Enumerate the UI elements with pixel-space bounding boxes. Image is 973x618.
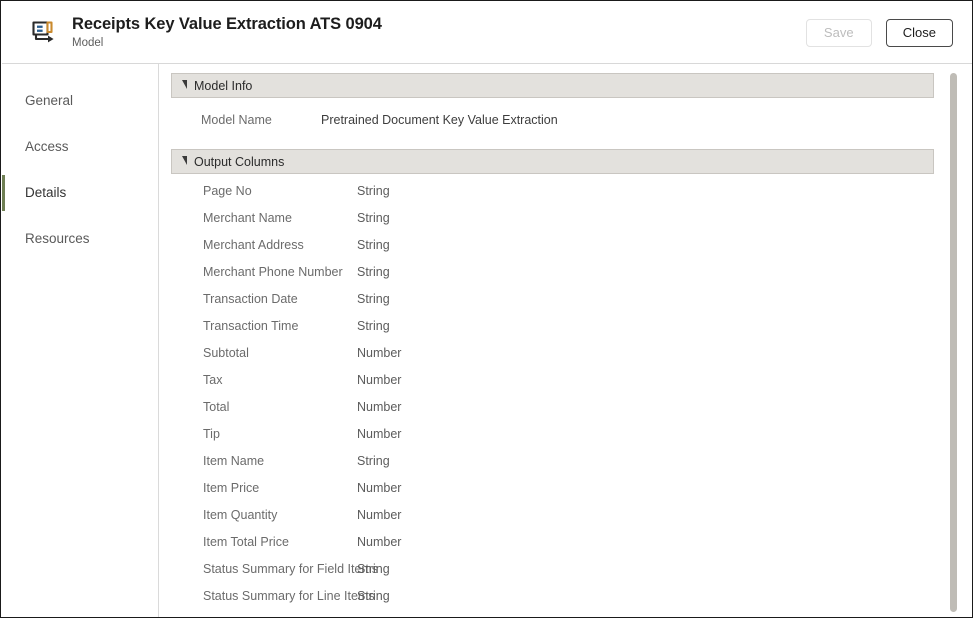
model-info-rows: Model Name Pretrained Document Key Value… [171, 98, 973, 139]
table-row: Merchant Name String [171, 204, 973, 231]
column-name: Item Quantity [171, 508, 357, 522]
column-type: Number [357, 373, 401, 387]
dialog-header: Receipts Key Value Extraction ATS 0904 M… [2, 2, 973, 64]
column-type: String [357, 292, 390, 306]
details-content-inner: Model Info Model Name Pretrained Documen… [159, 64, 973, 609]
column-name: Status Summary for Field Items [171, 562, 357, 576]
column-name: Item Price [171, 481, 357, 495]
dialog-title-block: Receipts Key Value Extraction ATS 0904 M… [72, 15, 806, 51]
column-name: Item Total Price [171, 535, 357, 549]
column-name: Item Name [171, 454, 357, 468]
table-row: Item Quantity Number [171, 501, 973, 528]
sidebar-item-label: Access [25, 139, 69, 155]
table-row: Transaction Date String [171, 285, 973, 312]
table-row: Total Number [171, 393, 973, 420]
section-title: Output Columns [194, 155, 284, 169]
table-row: Model Name Pretrained Document Key Value… [171, 101, 973, 139]
column-type: Number [357, 535, 401, 549]
model-details-dialog: Receipts Key Value Extraction ATS 0904 M… [0, 0, 973, 618]
column-type: Number [357, 508, 401, 522]
table-row: Page No String [171, 177, 973, 204]
column-type: String [357, 238, 390, 252]
section-header-model-info[interactable]: Model Info [171, 73, 934, 98]
column-type: Number [357, 400, 401, 414]
column-type: Number [357, 481, 401, 495]
sidebar-item-access[interactable]: Access [2, 124, 158, 170]
dialog-body: General Access Details Resources Model I… [2, 64, 973, 618]
table-row: Subtotal Number [171, 339, 973, 366]
table-row: Item Total Price Number [171, 528, 973, 555]
column-type: Number [357, 427, 401, 441]
column-name: Transaction Time [171, 319, 357, 333]
table-row: Status Summary for Line Items String [171, 582, 973, 609]
sidebar-item-label: General [25, 93, 73, 109]
column-name: Total [171, 400, 357, 414]
sidebar-item-details[interactable]: Details [2, 170, 158, 216]
column-name: Merchant Phone Number [171, 265, 357, 279]
chevron-expanded-icon [182, 80, 187, 89]
column-name: Tip [171, 427, 357, 441]
table-row: Transaction Time String [171, 312, 973, 339]
close-button[interactable]: Close [886, 19, 953, 47]
section-header-output-columns[interactable]: Output Columns [171, 149, 934, 174]
property-value: Pretrained Document Key Value Extraction [321, 113, 558, 127]
column-name: Subtotal [171, 346, 357, 360]
sidebar-nav: General Access Details Resources [2, 64, 159, 618]
column-type: String [357, 184, 390, 198]
section-title: Model Info [194, 79, 252, 93]
page-title: Receipts Key Value Extraction ATS 0904 [72, 15, 806, 34]
dialog-actions: Save Close [806, 19, 953, 47]
content-scrollbar-track[interactable] [950, 73, 957, 612]
column-type: String [357, 454, 390, 468]
content-scrollbar-thumb[interactable] [950, 73, 957, 612]
table-row: Item Name String [171, 447, 973, 474]
column-name: Merchant Address [171, 238, 357, 252]
table-row: Item Price Number [171, 474, 973, 501]
sidebar-item-label: Details [25, 185, 66, 201]
column-name: Tax [171, 373, 357, 387]
page-subtitle: Model [72, 36, 806, 51]
table-row: Merchant Address String [171, 231, 973, 258]
details-content-pane: Model Info Model Name Pretrained Documen… [159, 64, 973, 618]
column-type: String [357, 211, 390, 225]
column-type: Number [357, 346, 401, 360]
column-type: String [357, 265, 390, 279]
save-button[interactable]: Save [806, 19, 872, 47]
sidebar-item-general[interactable]: General [2, 78, 158, 124]
output-columns-rows: Page No String Merchant Name String Merc… [171, 174, 973, 609]
table-row: Tip Number [171, 420, 973, 447]
sidebar-item-resources[interactable]: Resources [2, 216, 158, 262]
column-name: Transaction Date [171, 292, 357, 306]
chevron-expanded-icon [182, 156, 187, 165]
section-divider [171, 139, 973, 149]
table-row: Tax Number [171, 366, 973, 393]
column-name: Status Summary for Line Items [171, 589, 357, 603]
table-row: Status Summary for Field Items String [171, 555, 973, 582]
column-name: Merchant Name [171, 211, 357, 225]
receipt-extract-icon [22, 18, 66, 48]
property-label: Model Name [171, 113, 321, 127]
column-type: String [357, 562, 390, 576]
sidebar-item-label: Resources [25, 231, 90, 247]
column-type: String [357, 589, 390, 603]
table-row: Merchant Phone Number String [171, 258, 973, 285]
column-name: Page No [171, 184, 357, 198]
column-type: String [357, 319, 390, 333]
